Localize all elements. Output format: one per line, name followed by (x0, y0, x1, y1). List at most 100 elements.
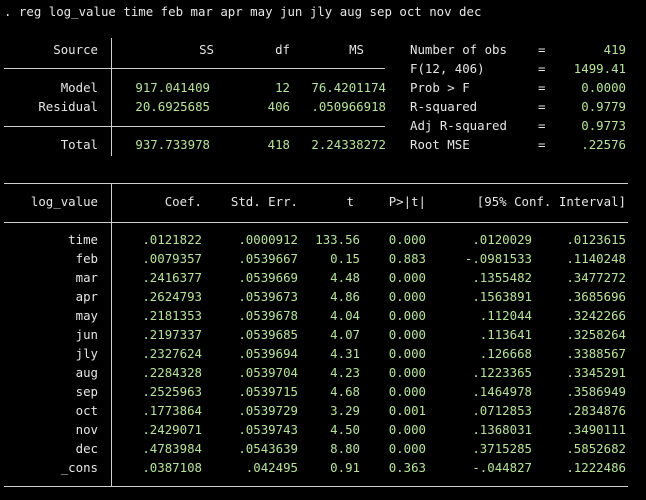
coef-header-t: t (346, 194, 354, 209)
coef-row-coef: .2525963 (142, 384, 202, 399)
coef-row-se: .0539685 (238, 327, 298, 342)
coef-bottom-rule (4, 486, 628, 487)
coef-row-t: 0.15 (330, 251, 360, 266)
anova-row-model-source: Model (60, 80, 98, 95)
coef-row-ci-high: .5852682 (566, 441, 626, 456)
stat-label: R-squared (410, 99, 478, 114)
coef-row-coef: .2429071 (142, 422, 202, 437)
coef-row-coef: .0387108 (142, 460, 202, 475)
anova-header-ms: MS (349, 42, 364, 57)
coef-row-ci-low: .0120029 (472, 232, 532, 247)
coef-header-p: P>|t| (388, 194, 426, 209)
coef-row-coef: .0121822 (142, 232, 202, 247)
coef-row-ci-high: .3477272 (566, 270, 626, 285)
coef-top-rule (4, 183, 628, 184)
coef-row-ci-high: .3242266 (566, 308, 626, 323)
coef-row-p: 0.000 (388, 327, 426, 342)
anova-row-residual-ss: 20.6925685 (135, 99, 210, 114)
command-line: . reg log_value time feb mar apr may jun… (4, 4, 482, 19)
coef-header-se: Std. Err. (230, 194, 298, 209)
coef-row-var: jly (75, 346, 98, 361)
coef-row-se: .0539673 (238, 289, 298, 304)
coef-row-var: _cons (60, 460, 98, 475)
coef-row-p: 0.000 (388, 365, 426, 380)
anova-total-source: Total (60, 137, 98, 152)
coef-header-coef: Coef. (164, 194, 202, 209)
coef-row-t: 4.31 (330, 346, 360, 361)
coef-row-ci-low: .3715285 (472, 441, 532, 456)
stat-equals: = (538, 118, 546, 133)
coef-row-var: apr (75, 289, 98, 304)
coef-row-ci-high: .3685696 (566, 289, 626, 304)
coef-row-ci-high: .3586949 (566, 384, 626, 399)
coef-row-p: 0.883 (388, 251, 426, 266)
coef-row-se: .0539667 (238, 251, 298, 266)
stat-label: Adj R-squared (410, 118, 507, 133)
anova-header-df: df (275, 42, 290, 57)
coef-row-t: 4.50 (330, 422, 360, 437)
coef-row-se: .0543639 (238, 441, 298, 456)
coef-row-t: 0.91 (330, 460, 360, 475)
anova-row-model-df: 12 (275, 80, 290, 95)
coef-row-t: 4.86 (330, 289, 360, 304)
stat-equals: = (538, 80, 546, 95)
coef-row-p: 0.000 (388, 441, 426, 456)
coef-row-var: feb (75, 251, 98, 266)
coef-row-se: .0000912 (238, 232, 298, 247)
coef-row-t: 4.04 (330, 308, 360, 323)
coef-row-coef: .2624793 (142, 289, 202, 304)
anova-header-rule (4, 68, 385, 69)
stat-label: F(12, 406) (410, 61, 485, 76)
coef-row-ci-high: .3490111 (566, 422, 626, 437)
coef-row-se: .0539694 (238, 346, 298, 361)
coef-row-coef: .2327624 (142, 346, 202, 361)
coef-row-coef: .0079357 (142, 251, 202, 266)
stat-value: 0.0000 (581, 80, 626, 95)
coef-header-ci: [95% Conf. Interval] (476, 194, 626, 209)
coef-row-t: 8.80 (330, 441, 360, 456)
anova-row-model-ms: 76.4201174 (311, 80, 386, 95)
coef-row-ci-high: .3258264 (566, 327, 626, 342)
coef-row-se: .0539669 (238, 270, 298, 285)
coef-row-ci-high: .1140248 (566, 251, 626, 266)
coef-header-var: log_value (30, 194, 98, 209)
coef-row-se: .0539678 (238, 308, 298, 323)
coef-row-ci-low: -.0981533 (464, 251, 532, 266)
coef-row-t: 4.68 (330, 384, 360, 399)
coef-row-coef: .2197337 (142, 327, 202, 342)
coef-row-ci-low: .126668 (479, 346, 532, 361)
coef-row-var: aug (75, 365, 98, 380)
anova-row-residual-df: 406 (267, 99, 290, 114)
coef-row-t: 3.29 (330, 403, 360, 418)
anova-row-model-ss: 917.041409 (135, 80, 210, 95)
stat-equals: = (538, 99, 546, 114)
coef-row-t: 4.07 (330, 327, 360, 342)
anova-header-source: Source (53, 42, 98, 57)
stat-equals: = (538, 42, 546, 57)
coef-row-ci-low: .1464978 (472, 384, 532, 399)
coef-row-se: .042495 (245, 460, 298, 475)
coef-row-var: nov (75, 422, 98, 437)
coef-row-ci-low: .1223365 (472, 365, 532, 380)
coef-row-var: dec (75, 441, 98, 456)
stat-label: Prob > F (410, 80, 470, 95)
coef-row-se: .0539715 (238, 384, 298, 399)
stat-label: Number of obs (410, 42, 507, 57)
coef-row-coef: .4783984 (142, 441, 202, 456)
coef-row-p: 0.363 (388, 460, 426, 475)
coef-row-t: 4.48 (330, 270, 360, 285)
anova-total-df: 418 (267, 137, 290, 152)
stat-value: 0.9773 (581, 118, 626, 133)
coef-row-var: sep (75, 384, 98, 399)
stat-value: .22576 (581, 137, 626, 152)
coef-row-ci-high: .3345291 (566, 365, 626, 380)
coef-row-p: 0.000 (388, 270, 426, 285)
coef-row-var: time (68, 232, 98, 247)
stat-value: 419 (603, 42, 626, 57)
coef-row-coef: .1773864 (142, 403, 202, 418)
stat-equals: = (538, 61, 546, 76)
coef-row-p: 0.000 (388, 422, 426, 437)
coef-row-t: 4.23 (330, 365, 360, 380)
coef-row-p: 0.001 (388, 403, 426, 418)
coef-row-ci-low: .0712853 (472, 403, 532, 418)
